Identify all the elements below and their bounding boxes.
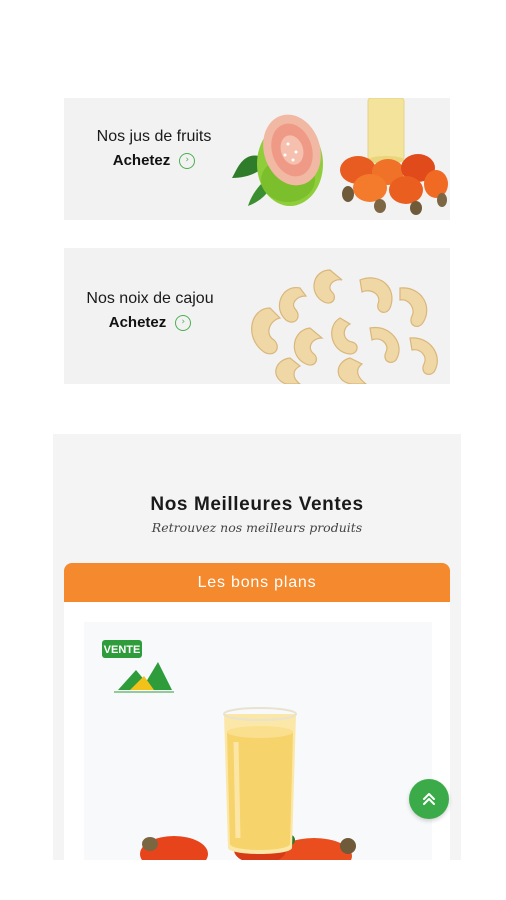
- buy-label[interactable]: Achetez: [109, 314, 167, 331]
- banner-text: Nos jus de fruits Achetez ›: [64, 128, 244, 169]
- circle-arrow-icon[interactable]: ›: [179, 152, 196, 169]
- cashew-nuts-image: [251, 269, 438, 384]
- banner-title: Nos jus de fruits: [96, 128, 212, 145]
- vente-badge-text: VENTE: [104, 644, 141, 656]
- section-subtitle: Retrouvez nos meilleurs produits: [151, 520, 363, 535]
- best-sellers-section: Nos Meilleures Ventes Retrouvez nos meil…: [53, 434, 461, 860]
- vente-logo: VENTE: [102, 640, 174, 693]
- section-title: Nos Meilleures Ventes: [150, 494, 364, 515]
- juice-glass-image: VENTE: [102, 640, 356, 860]
- guava-juice-image: [232, 98, 448, 215]
- circle-arrow-icon[interactable]: ›: [175, 314, 192, 331]
- double-chevron-up-icon: [423, 793, 435, 805]
- buy-link[interactable]: Achetez ›: [64, 314, 240, 331]
- scroll-to-top-button[interactable]: [409, 779, 449, 819]
- banner-title: Nos noix de cajou: [86, 290, 214, 307]
- banner-cashew-nuts[interactable]: Nos noix de cajou Achetez ›: [64, 248, 450, 384]
- buy-link[interactable]: Achetez ›: [64, 152, 244, 169]
- buy-label[interactable]: Achetez: [113, 152, 171, 169]
- banner-fruit-juices[interactable]: Nos jus de fruits Achetez ›: [64, 98, 450, 220]
- product-card[interactable]: VENTE: [64, 602, 450, 860]
- product-image[interactable]: VENTE: [84, 622, 432, 860]
- tab-bons-plans[interactable]: Les bons plans: [64, 563, 450, 602]
- tab-label[interactable]: Les bons plans: [198, 574, 317, 592]
- banner-text: Nos noix de cajou Achetez ›: [64, 290, 240, 331]
